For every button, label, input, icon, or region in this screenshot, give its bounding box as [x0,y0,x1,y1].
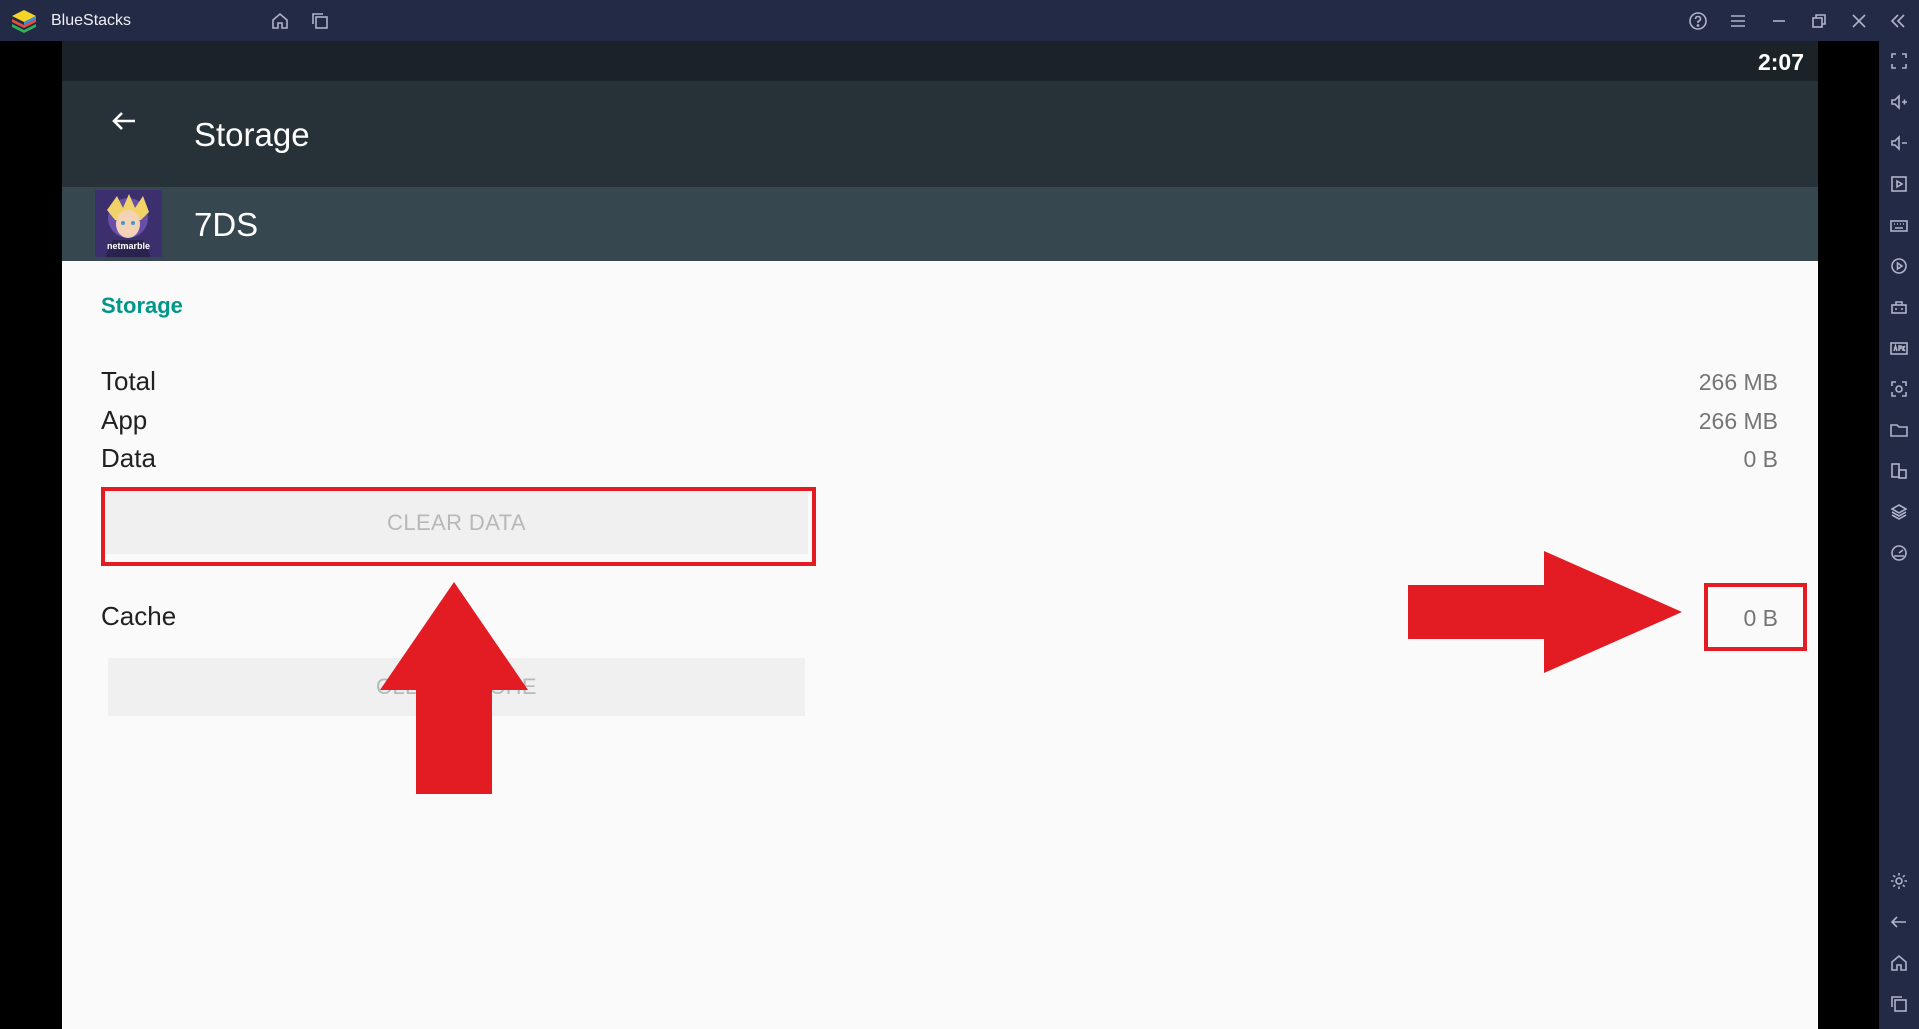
back-icon[interactable] [1887,910,1911,934]
restore-icon[interactable] [1807,9,1831,33]
total-value: 266 MB [1698,369,1778,395]
app-size-value: 266 MB [1698,408,1778,434]
status-clock: 2:07 [1757,49,1804,75]
macro-icon[interactable] [1887,254,1911,278]
page-title: Storage [194,116,310,153]
keyboard-icon[interactable] [1887,213,1911,237]
right-toolbar [1879,41,1919,1029]
menu-icon[interactable] [1726,9,1750,33]
home-icon[interactable] [268,9,292,33]
volume-up-icon[interactable] [1887,90,1911,114]
up-arrow [380,582,528,794]
settings-icon[interactable] [1887,869,1911,893]
action-bar: Storage [62,81,1818,187]
bluestacks-window: BlueStacks 2:07 Storage netmarble 7DS St… [0,0,1919,1029]
close-icon[interactable] [1847,9,1871,33]
collapse-sidebar-icon[interactable] [1886,9,1910,33]
cache-label: Cache [101,601,177,631]
back-arrow-icon[interactable] [102,99,146,143]
data-value: 0 B [1743,446,1778,472]
app-title: BlueStacks [51,12,132,29]
recents-icon[interactable] [1887,992,1911,1016]
app-icon: netmarble [95,190,162,257]
minimize-icon[interactable] [1767,9,1791,33]
total-label: Total [101,366,156,396]
right-arrow [1408,551,1682,673]
multi-window-icon[interactable] [1887,459,1911,483]
layers-icon[interactable] [1887,500,1911,524]
fullscreen-icon[interactable] [1887,49,1911,73]
eco-mode-icon[interactable] [1887,541,1911,565]
volume-down-icon[interactable] [1887,131,1911,155]
title-bar: BlueStacks [0,0,1919,41]
gamepad-icon[interactable] [1887,295,1911,319]
data-label: Data [101,443,156,473]
app-label: App [101,405,148,435]
app-icon-caption: netmarble [106,241,150,251]
android-screen: 2:07 Storage netmarble 7DS Storage Total… [62,41,1818,1029]
media-icon[interactable] [1887,172,1911,196]
app-header: netmarble 7DS [62,187,1818,261]
home-icon[interactable] [1887,951,1911,975]
app-name: 7DS [194,206,259,243]
folder-icon[interactable] [1887,418,1911,442]
cache-value-highlight [1704,583,1807,651]
multi-instance-icon[interactable] [308,9,332,33]
storage-section-title: Storage [101,293,183,318]
screenshot-icon[interactable] [1887,377,1911,401]
clear-data-highlight [101,487,816,566]
bluestacks-logo-icon [10,8,38,34]
android-status-bar: 2:07 [62,41,1818,81]
apk-icon[interactable] [1887,336,1911,360]
help-icon[interactable] [1686,9,1710,33]
